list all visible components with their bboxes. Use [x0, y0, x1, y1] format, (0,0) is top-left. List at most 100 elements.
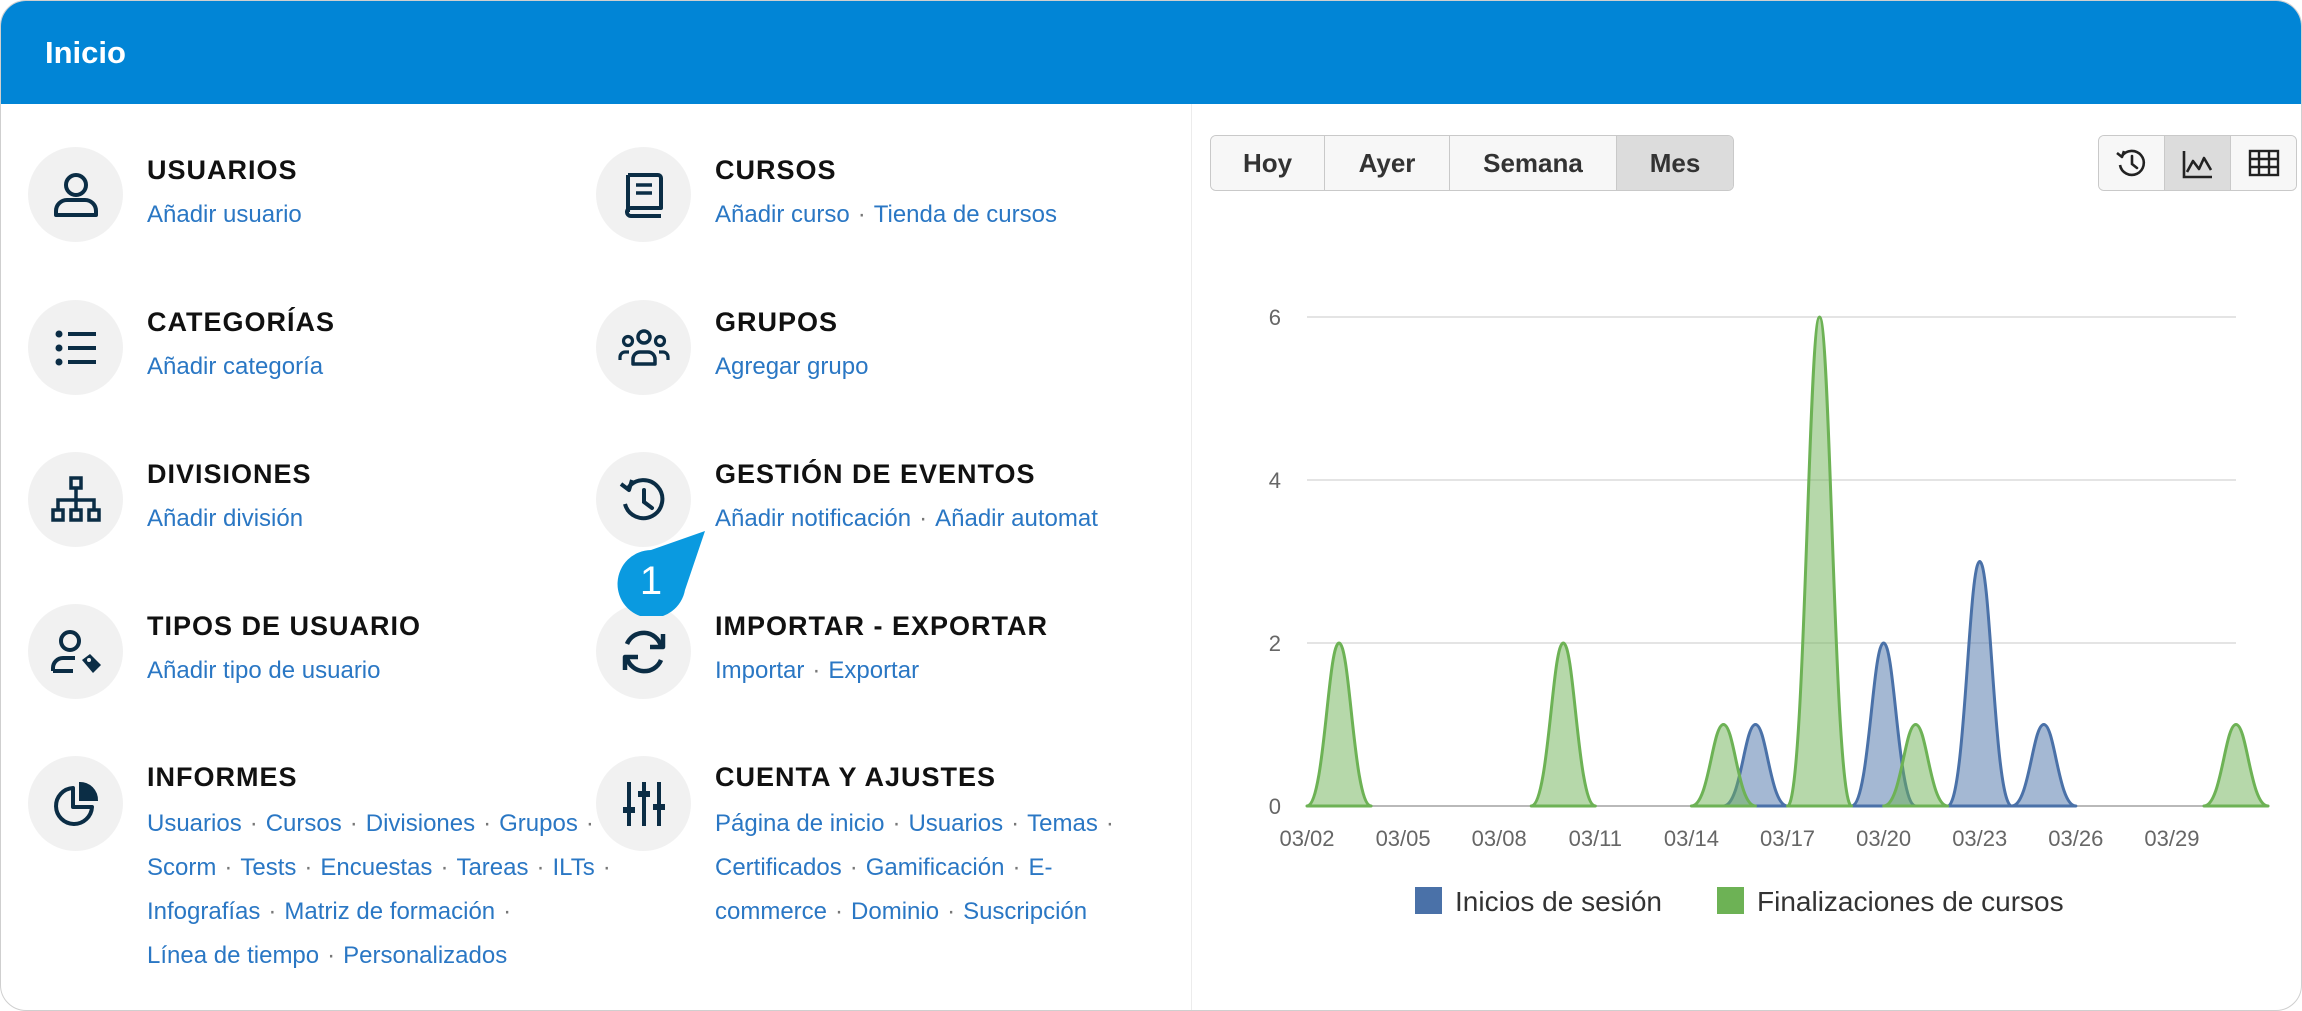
view-table-button[interactable] — [2231, 136, 2296, 190]
tile-links-cursos: Añadir curso · Tienda de cursos — [715, 201, 1057, 228]
users-group-icon[interactable] — [596, 300, 691, 395]
link-tienda-de-cursos[interactable]: Tienda de cursos — [874, 201, 1057, 228]
period-button-ayer[interactable]: Ayer — [1325, 136, 1450, 190]
x-tick-label: 03/23 — [1952, 826, 2007, 851]
link-informes-scorm[interactable]: Scorm — [147, 854, 216, 881]
history-icon — [2115, 149, 2145, 177]
y-tick-label: 0 — [1269, 794, 1281, 819]
tile-links-categorias: Añadir categoría — [147, 345, 567, 389]
pie-chart-icon[interactable] — [28, 756, 123, 851]
link-informes-ilts[interactable]: ILTs — [552, 854, 594, 881]
link-cuenta-pagina-de-inicio[interactable]: Página de inicio — [715, 810, 884, 837]
link-informes-divisiones[interactable]: Divisiones — [366, 810, 475, 837]
x-tick-label: 03/11 — [1569, 826, 1622, 851]
link-informes-tests[interactable]: Tests — [240, 854, 296, 881]
x-tick-label: 03/26 — [2048, 826, 2103, 851]
x-tick-label: 03/08 — [1472, 826, 1527, 851]
series-peak-finalizaciones — [1786, 315, 1854, 808]
x-tick-label: 03/17 — [1760, 826, 1815, 851]
tile-title-eventos[interactable]: GESTIÓN DE EVENTOS — [715, 457, 1036, 491]
period-button-mes[interactable]: Mes — [1617, 136, 1733, 190]
series-peak-finalizaciones — [1305, 641, 1373, 808]
tile-links-tipos-de-usuario: Añadir tipo de usuario — [147, 649, 567, 693]
tile-title-informes[interactable]: INFORMES — [147, 760, 298, 794]
link-cuenta-suscripcion[interactable]: Suscripción — [963, 898, 1087, 925]
x-tick-label: 03/05 — [1376, 826, 1431, 851]
link-informes-cursos[interactable]: Cursos — [266, 810, 342, 837]
link-informes-matriz-de-formacion[interactable]: Matriz de formación — [284, 898, 495, 925]
user-tag-icon[interactable] — [28, 604, 123, 699]
list-icon[interactable] — [28, 300, 123, 395]
x-tick-label: 03/02 — [1279, 826, 1334, 851]
link-cuenta-temas[interactable]: Temas — [1027, 810, 1098, 837]
link-anadir-curso[interactable]: Añadir curso — [715, 201, 850, 228]
tile-links-cuenta-y-ajustes: Página de inicio · Usuarios · Temas · Certific… — [715, 810, 1114, 925]
link-exportar[interactable]: Exportar — [828, 657, 919, 684]
page-title: Inicio — [45, 35, 126, 70]
view-area-chart-button[interactable] — [2165, 136, 2231, 190]
org-chart-icon[interactable] — [28, 452, 123, 547]
series-peak-inicios — [1946, 560, 2014, 808]
link-anadir-categoria[interactable]: Añadir categoría — [147, 353, 323, 380]
tile-title-importar-exportar[interactable]: IMPORTAR - EXPORTAR — [715, 609, 1048, 643]
link-anadir-usuario[interactable]: Añadir usuario — [147, 201, 302, 228]
tile-title-usuarios[interactable]: USUARIOS — [147, 153, 298, 187]
view-history-button[interactable] — [2099, 136, 2165, 190]
period-selector: Hoy Ayer Semana Mes — [1210, 135, 1734, 191]
page-header: Inicio — [1, 1, 2301, 104]
link-anadir-notificacion[interactable]: Añadir notificación — [715, 505, 911, 532]
link-cuenta-usuarios[interactable]: Usuarios — [908, 810, 1003, 837]
sliders-icon[interactable] — [596, 756, 691, 851]
series-peak-finalizaciones — [1529, 641, 1597, 808]
tile-links-informes: Usuarios · Cursos · Divisiones · Grupos · Scorm ·… — [147, 810, 611, 969]
y-tick-label: 6 — [1269, 305, 1281, 330]
user-icon[interactable] — [28, 147, 123, 242]
link-anadir-division[interactable]: Añadir división — [147, 505, 303, 532]
link-cuenta-certificados[interactable]: Certificados — [715, 854, 842, 881]
link-informes-tareas[interactable]: Tareas — [456, 854, 528, 881]
link-informes-usuarios[interactable]: Usuarios — [147, 810, 242, 837]
tile-links-usuarios: Añadir usuario — [147, 193, 567, 237]
tile-links-divisiones: Añadir división — [147, 497, 567, 541]
link-agregar-grupo[interactable]: Agregar grupo — [715, 353, 868, 380]
tile-title-divisiones[interactable]: DIVISIONES — [147, 457, 312, 491]
x-tick-label: 03/20 — [1856, 826, 1911, 851]
link-cuenta-gamificacion[interactable]: Gamificación — [866, 854, 1005, 881]
tile-title-categorias[interactable]: CATEGORÍAS — [147, 305, 335, 339]
link-informes-personalizados[interactable]: Personalizados — [343, 942, 507, 969]
tile-links-grupos: Agregar grupo — [715, 345, 1155, 389]
x-tick-label: 03/29 — [2144, 826, 2199, 851]
series-peak-finalizaciones — [2202, 723, 2270, 808]
link-informes-encuestas[interactable]: Encuestas — [320, 854, 432, 881]
sync-icon[interactable] — [596, 604, 691, 699]
activity-chart: 0 2 4 6 03/02 03/05 03/08 03/11 03/14 03/17 03/20 0… — [1269, 305, 2270, 917]
link-cuenta-dominio[interactable]: Dominio — [851, 898, 939, 925]
legend-label: Inicios de sesión — [1455, 886, 1662, 917]
tile-title-cursos[interactable]: CURSOS — [715, 153, 837, 187]
y-tick-label: 4 — [1269, 468, 1281, 493]
link-anadir-automat[interactable]: Añadir automat — [935, 505, 1098, 532]
legend-label: Finalizaciones de cursos — [1757, 886, 2064, 917]
tile-title-grupos[interactable]: GRUPOS — [715, 305, 838, 339]
y-tick-label: 2 — [1269, 631, 1281, 656]
book-icon[interactable] — [596, 147, 691, 242]
tile-links-eventos: Añadir notificación · Añadir automat — [715, 505, 1098, 532]
series-peak-inicios — [2010, 723, 2078, 808]
link-informes-grupos[interactable]: Grupos — [499, 810, 578, 837]
link-informes-infografias[interactable]: Infografías — [147, 898, 260, 925]
period-button-hoy[interactable]: Hoy — [1211, 136, 1325, 190]
x-tick-label: 03/14 — [1664, 826, 1719, 851]
view-selector — [2098, 135, 2297, 191]
tile-title-cuenta-y-ajustes[interactable]: CUENTA Y AJUSTES — [715, 760, 996, 794]
tile-title-tipos-de-usuario[interactable]: TIPOS DE USUARIO — [147, 609, 421, 643]
area-chart-icon — [2182, 151, 2212, 179]
link-importar[interactable]: Importar — [715, 657, 804, 684]
link-informes-linea-de-tiempo[interactable]: Línea de tiempo — [147, 942, 319, 969]
link-anadir-tipo-de-usuario[interactable]: Añadir tipo de usuario — [147, 657, 380, 684]
panel-divider — [1191, 104, 1192, 1010]
legend-swatch — [1415, 887, 1442, 914]
tutorial-step-number: 1 — [639, 559, 663, 603]
period-button-semana[interactable]: Semana — [1450, 136, 1617, 190]
table-grid-icon — [2248, 149, 2279, 177]
app-window: Inicio USUARIOS Añadir usuario CURSOS Añ… — [0, 0, 2302, 1011]
